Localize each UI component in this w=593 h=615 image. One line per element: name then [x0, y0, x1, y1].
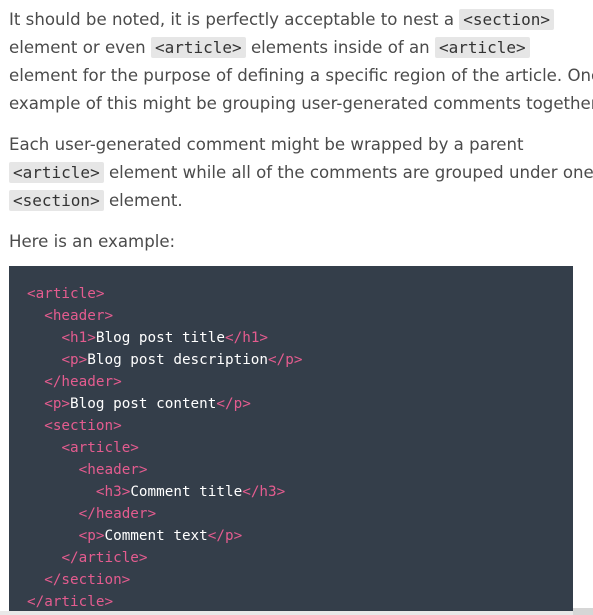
code-line: </header>	[27, 503, 302, 525]
paragraph-1-line-3: element for the purpose of defining a sp…	[9, 66, 593, 85]
paragraph-1-line-2: element or even <article> elements insid…	[9, 34, 530, 62]
code-tag: <p>	[44, 396, 71, 412]
code-lines: <article> <header> <h1>Blog post title</…	[27, 283, 302, 613]
code-line: <article>	[27, 283, 302, 305]
code-tag: <p>	[61, 352, 88, 368]
code-block[interactable]: <article> <header> <h1>Blog post title</…	[9, 266, 573, 615]
paragraph-1-line-1: It should be noted, it is perfectly acce…	[9, 6, 554, 34]
paragraph-text: element or even	[9, 38, 151, 57]
paragraph-text: element.	[103, 191, 183, 210]
code-line: <article>	[27, 437, 302, 459]
code-tag: <h1>	[61, 330, 96, 346]
code-text: Comment text	[104, 528, 208, 544]
paragraph-2-line-3: <section> element.	[9, 187, 183, 215]
code-tag: </article>	[61, 550, 148, 566]
code-tag: </h3>	[242, 484, 286, 500]
code-tag: <h3>	[95, 484, 131, 500]
code-line: <h1>Blog post title</h1>	[27, 327, 302, 349]
code-tag: </p>	[268, 352, 303, 368]
code-line: <section>	[27, 415, 302, 437]
example-intro: Here is an example:	[9, 232, 176, 251]
code-tag: </p>	[216, 396, 251, 412]
code-tag: </h1>	[225, 330, 269, 346]
code-text: Blog post title	[95, 330, 225, 346]
code-tag: </header>	[78, 506, 157, 522]
code-tag: <article>	[27, 286, 105, 302]
code-tag: <p>	[78, 528, 105, 544]
paragraph-2-line-2: <article> element while all of the comme…	[9, 159, 593, 187]
paragraph-text: elements inside of an	[245, 38, 435, 57]
code-line: </article>	[27, 547, 302, 569]
code-line: <h3>Comment title</h3>	[27, 481, 302, 503]
code-tag: </p>	[207, 528, 243, 544]
code-tag: </article>	[27, 594, 114, 610]
code-line: <header>	[27, 305, 302, 327]
code-tag: <header>	[78, 462, 148, 478]
inline-code-section: <section>	[9, 190, 104, 211]
code-line: <p>Comment text</p>	[27, 525, 302, 547]
horizontal-scrollbar[interactable]	[0, 611, 593, 615]
code-tag: <header>	[44, 308, 114, 324]
paragraph-1-line-4: example of this might be grouping user-g…	[9, 94, 593, 113]
code-text: Comment title	[130, 484, 243, 500]
paragraph-2-line-1: Each user-generated comment might be wra…	[9, 135, 524, 154]
code-text: Blog post description	[87, 352, 269, 368]
paragraph-text: element while all of the comments are gr…	[103, 163, 593, 182]
code-tag: <section>	[44, 418, 122, 434]
code-line: </article>	[27, 591, 302, 613]
code-line: <p>Blog post content</p>	[27, 393, 302, 415]
code-tag: <article>	[61, 440, 139, 456]
inline-code-article: <article>	[150, 37, 246, 58]
code-tag: </header>	[44, 374, 122, 390]
code-line: </header>	[27, 371, 302, 393]
code-line: </section>	[27, 569, 302, 591]
inline-code-section: <section>	[459, 9, 554, 30]
code-text: Blog post content	[70, 396, 217, 412]
paragraph-text: It should be noted, it is perfectly acce…	[9, 10, 460, 29]
inline-code-article: <article>	[434, 37, 530, 58]
scroll-corner	[573, 608, 593, 615]
inline-code-article: <article>	[9, 162, 104, 183]
code-tag: </section>	[44, 572, 131, 588]
code-line: <header>	[27, 459, 302, 481]
code-line: <p>Blog post description</p>	[27, 349, 302, 371]
